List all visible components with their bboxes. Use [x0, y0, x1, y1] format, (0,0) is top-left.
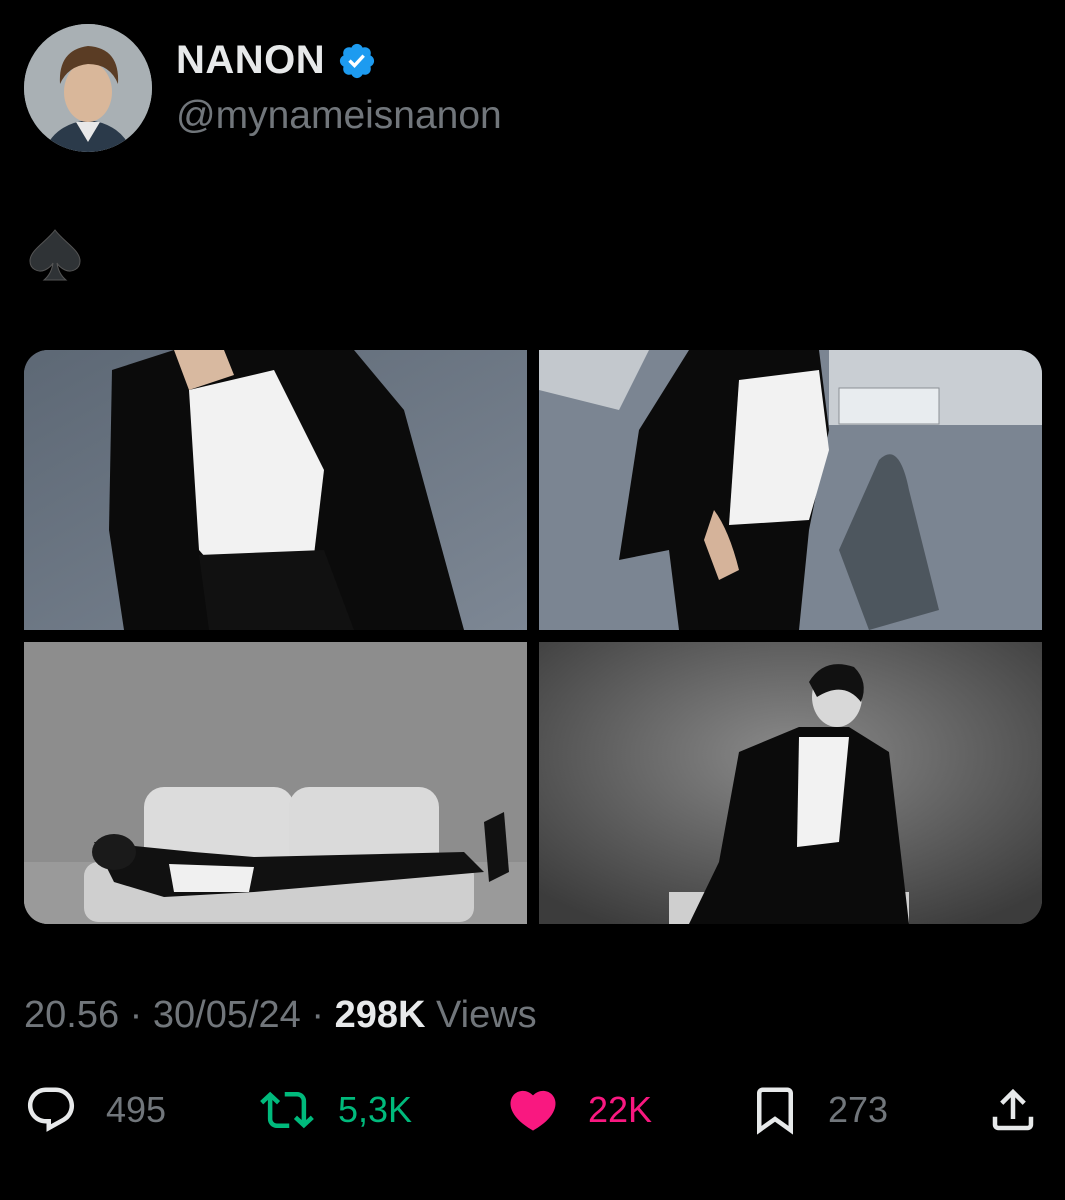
media-photo-2[interactable] — [539, 350, 1042, 630]
verified-badge-icon — [340, 43, 375, 78]
bookmark-button[interactable]: 273 — [748, 1080, 888, 1140]
avatar[interactable] — [24, 24, 152, 152]
share-icon — [992, 1088, 1034, 1131]
author-name-row: NANON — [176, 38, 377, 83]
tweet-time[interactable]: 20.56 — [24, 994, 119, 1036]
retweet-icon — [260, 1091, 314, 1129]
media-photo-3[interactable] — [24, 642, 527, 924]
tweet-text: ♠️ — [26, 226, 84, 294]
tweet-date[interactable]: 30/05/24 — [153, 994, 301, 1036]
like-button[interactable]: 22K — [506, 1080, 652, 1140]
bookmark-icon — [757, 1087, 793, 1135]
action-bar: 495 5,3K 22K 273 — [0, 1080, 1065, 1140]
retweet-count: 5,3K — [338, 1089, 413, 1130]
meta-separator: · — [129, 994, 143, 1036]
views-count: 298K — [334, 994, 426, 1036]
share-button[interactable] — [986, 1080, 1040, 1140]
reply-button[interactable]: 495 — [24, 1080, 166, 1140]
meta-separator: · — [311, 994, 325, 1036]
media-photo-1[interactable] — [24, 350, 527, 630]
reply-icon — [27, 1087, 75, 1132]
author-handle[interactable]: @mynameisnanon — [176, 94, 502, 138]
media-photo-4[interactable] — [539, 642, 1042, 924]
tweet-meta: 20.56 · 30/05/24 · 298K Views — [24, 994, 537, 1037]
reply-count: 495 — [106, 1089, 167, 1130]
media-grid — [24, 350, 1042, 924]
like-count: 22K — [588, 1089, 653, 1130]
retweet-button[interactable]: 5,3K — [260, 1080, 412, 1140]
author-display-name[interactable]: NANON — [176, 38, 325, 83]
bookmark-count: 273 — [828, 1089, 889, 1130]
spade-icon — [29, 229, 81, 281]
heart-icon — [510, 1090, 556, 1131]
views-label: Views — [435, 994, 537, 1036]
